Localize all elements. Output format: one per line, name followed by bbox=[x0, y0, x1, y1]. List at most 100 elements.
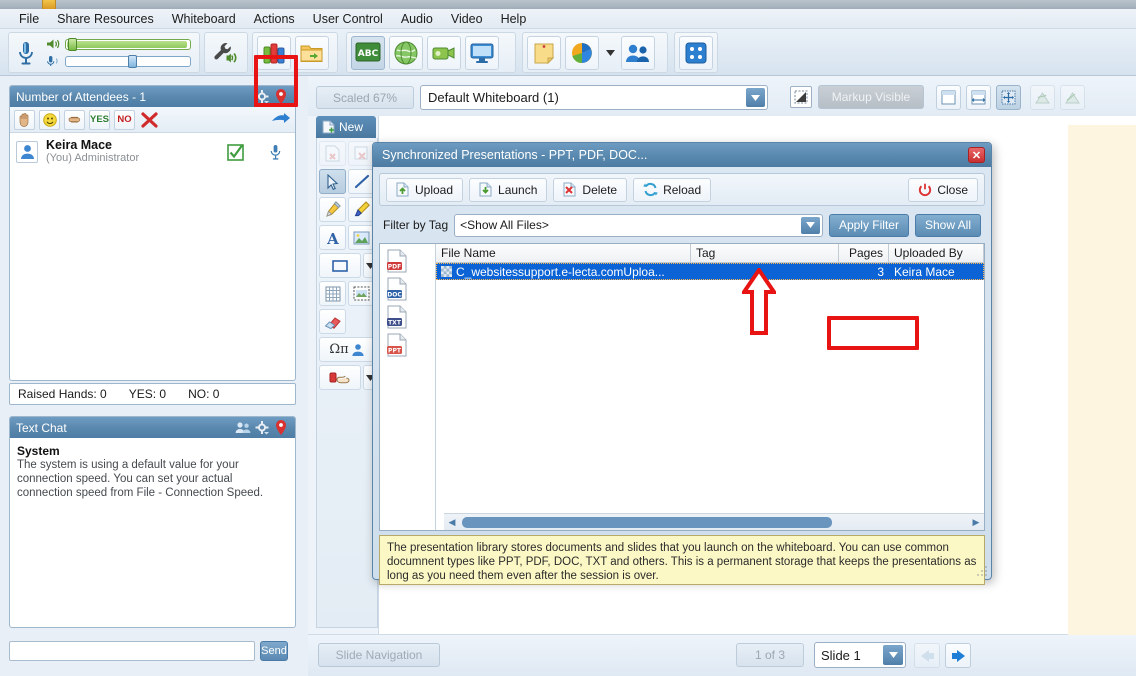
raise-hand-button[interactable] bbox=[14, 109, 35, 130]
menu-item-help[interactable]: Help bbox=[492, 10, 536, 28]
speaker-volume-slider[interactable] bbox=[65, 37, 191, 51]
delete-button[interactable]: Delete bbox=[553, 177, 628, 202]
file-share-button[interactable] bbox=[295, 35, 329, 70]
previous-slide-button[interactable] bbox=[914, 643, 940, 668]
table-row[interactable]: C_websitessupport.e-lecta.comUploa... 3 … bbox=[436, 263, 984, 280]
eraser-tool[interactable] bbox=[319, 309, 346, 334]
chevron-down-icon[interactable] bbox=[800, 216, 820, 234]
column-header-uploaded-by[interactable]: Uploaded By bbox=[889, 244, 984, 262]
select-region-button[interactable] bbox=[790, 86, 812, 108]
svg-text:PDF: PDF bbox=[388, 263, 401, 270]
resize-grip-icon[interactable] bbox=[977, 566, 987, 576]
no-button[interactable]: NO bbox=[114, 109, 135, 130]
markup-visible-button[interactable]: Markup Visible bbox=[818, 85, 924, 109]
column-header-file-name[interactable]: File Name bbox=[436, 244, 691, 262]
zoom-out-button[interactable] bbox=[1030, 85, 1055, 110]
dialog-close-button[interactable]: Close bbox=[908, 177, 978, 202]
file-list-horizontal-scrollbar[interactable]: ◀ ▶ bbox=[444, 513, 984, 530]
smiley-button[interactable] bbox=[39, 109, 60, 130]
drawing-tools-strip: A Ωπ bbox=[316, 138, 378, 628]
menu-item-video[interactable]: Video bbox=[442, 10, 492, 28]
pointer-select-tool[interactable] bbox=[319, 169, 346, 194]
chevron-down-icon[interactable] bbox=[883, 645, 903, 665]
microphone-volume-slider[interactable] bbox=[65, 54, 191, 68]
menu-item-audio[interactable]: Audio bbox=[392, 10, 442, 28]
menu-item-whiteboard[interactable]: Whiteboard bbox=[163, 10, 245, 28]
pencil-tool[interactable] bbox=[319, 197, 346, 222]
notes-button[interactable] bbox=[527, 35, 561, 70]
scroll-right-icon[interactable]: ▶ bbox=[968, 517, 984, 528]
presentation-library-button[interactable] bbox=[257, 35, 291, 70]
gear-icon[interactable] bbox=[254, 89, 270, 105]
menu-item-file[interactable]: File bbox=[10, 10, 48, 28]
pointer-hand-tool[interactable] bbox=[319, 365, 361, 390]
launch-button[interactable]: Launch bbox=[469, 177, 548, 202]
send-button[interactable]: Send bbox=[260, 641, 288, 661]
line-tool[interactable] bbox=[348, 169, 375, 194]
microphone-button[interactable] bbox=[13, 36, 38, 70]
highlighter-tool[interactable] bbox=[348, 197, 375, 222]
text-tool[interactable]: A bbox=[319, 225, 346, 250]
whiteboard-select[interactable]: Default Whiteboard (1) bbox=[420, 85, 768, 110]
screen-sharing-button[interactable] bbox=[465, 35, 499, 70]
delete-page-button[interactable] bbox=[348, 141, 375, 166]
scaled-zoom-button[interactable]: Scaled 67% bbox=[316, 86, 414, 109]
slide-navigation-button[interactable]: Slide Navigation bbox=[318, 643, 440, 667]
show-all-button[interactable]: Show All bbox=[914, 213, 981, 237]
next-slide-button[interactable] bbox=[945, 643, 971, 668]
grid-tool[interactable] bbox=[319, 281, 346, 306]
clear-status-button[interactable] bbox=[139, 110, 160, 130]
dialog-title-bar[interactable]: Synchronized Presentations - PPT, PDF, D… bbox=[373, 143, 991, 167]
screenshot-tool[interactable] bbox=[348, 281, 375, 306]
whiteboard-button[interactable]: ABC bbox=[351, 35, 385, 70]
chat-input[interactable] bbox=[9, 641, 255, 661]
gear-icon[interactable] bbox=[254, 420, 270, 436]
web-tour-button[interactable] bbox=[389, 35, 423, 70]
pin-icon[interactable] bbox=[273, 89, 289, 105]
chevron-down-icon[interactable] bbox=[746, 88, 765, 107]
menu-item-actions[interactable]: Actions bbox=[245, 10, 304, 28]
zoom-in-icon bbox=[1065, 91, 1080, 103]
slide-select[interactable]: Slide 1 bbox=[814, 642, 906, 668]
fit-screen-button[interactable] bbox=[996, 85, 1021, 110]
file-list-empty-area[interactable] bbox=[436, 280, 984, 530]
clear-page-button[interactable] bbox=[319, 141, 346, 166]
clap-button[interactable] bbox=[64, 109, 85, 130]
games-button[interactable] bbox=[679, 35, 713, 70]
zoom-in-button[interactable] bbox=[1060, 85, 1085, 110]
microphone-icon bbox=[270, 145, 280, 160]
yes-button[interactable]: YES bbox=[89, 109, 110, 130]
menu-item-user-control[interactable]: User Control bbox=[304, 10, 392, 28]
recording-button[interactable] bbox=[427, 35, 461, 70]
dialog-close-icon[interactable]: ✕ bbox=[968, 147, 985, 163]
attendee-mic-icon-wrap[interactable] bbox=[263, 144, 287, 160]
apply-filter-button[interactable]: Apply Filter bbox=[828, 213, 909, 237]
column-header-pages[interactable]: Pages bbox=[839, 244, 889, 262]
users-button[interactable] bbox=[621, 35, 655, 70]
shape-tool[interactable] bbox=[319, 253, 361, 278]
filter-tag-select[interactable]: <Show All Files> bbox=[454, 213, 823, 237]
poll-button[interactable] bbox=[565, 35, 599, 70]
scroll-left-icon[interactable]: ◀ bbox=[444, 517, 460, 528]
audio-settings-button[interactable] bbox=[209, 36, 243, 70]
fit-width-button[interactable] bbox=[966, 85, 991, 110]
upload-button[interactable]: Upload bbox=[386, 177, 464, 202]
poll-dropdown-button[interactable] bbox=[603, 36, 617, 70]
attendee-row[interactable]: Keira Mace (You) Administrator bbox=[10, 133, 295, 171]
microphone-volume-knob[interactable] bbox=[128, 54, 137, 68]
red-up-arrow-annotation bbox=[742, 268, 776, 335]
column-header-tag[interactable]: Tag bbox=[691, 244, 839, 262]
new-page-tab[interactable]: New bbox=[316, 116, 376, 138]
scroll-thumb[interactable] bbox=[462, 516, 832, 528]
menu-item-share-resources[interactable]: Share Resources bbox=[48, 10, 163, 28]
users-icon[interactable] bbox=[235, 420, 251, 436]
symbols-tool[interactable]: Ωπ bbox=[319, 337, 375, 362]
image-tool[interactable] bbox=[348, 225, 375, 250]
speaker-volume-knob[interactable] bbox=[68, 37, 77, 51]
forward-button[interactable] bbox=[270, 110, 291, 130]
reload-button[interactable]: Reload bbox=[633, 177, 712, 202]
pin-icon[interactable] bbox=[273, 420, 289, 436]
dialog-title: Synchronized Presentations - PPT, PDF, D… bbox=[382, 148, 648, 162]
fit-page-button[interactable] bbox=[936, 85, 961, 110]
audio-settings-group bbox=[204, 32, 248, 73]
